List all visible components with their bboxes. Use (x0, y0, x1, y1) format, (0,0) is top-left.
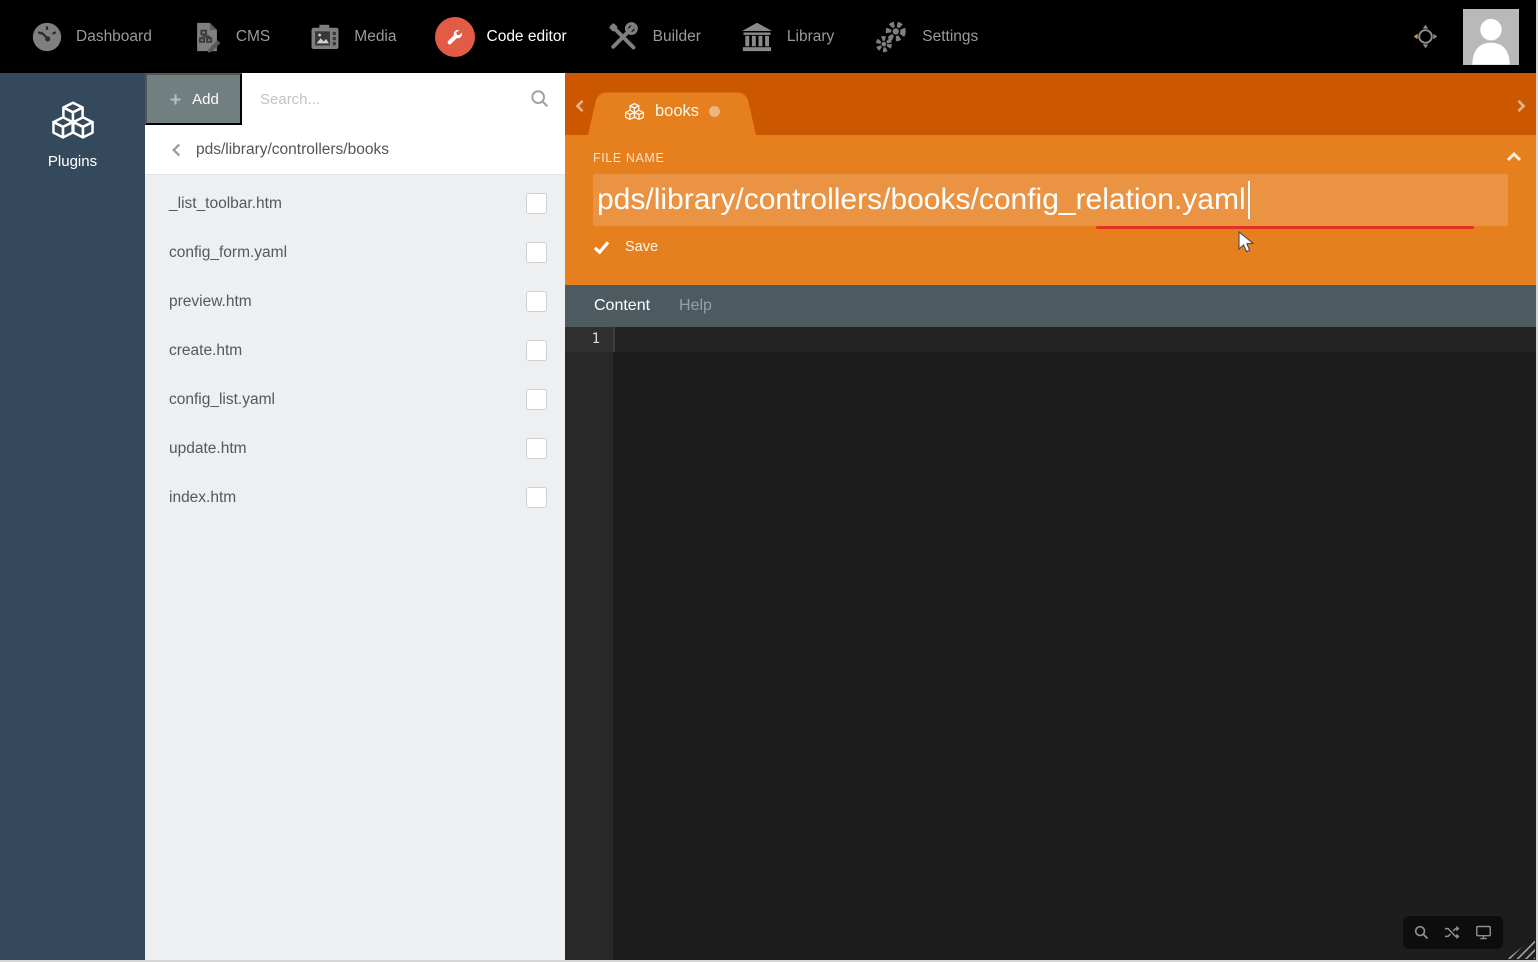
check-icon (593, 240, 610, 255)
editor-status-toolbar (1403, 916, 1503, 949)
code-editor: 1 (565, 327, 1536, 960)
nav-label: Settings (922, 28, 978, 46)
editor-subtabs: Content Help (565, 285, 1536, 327)
file-checkbox[interactable] (526, 438, 547, 459)
file-checkbox[interactable] (526, 389, 547, 410)
file-name: create.htm (169, 342, 242, 360)
file-list-item[interactable]: config_form.yaml (145, 228, 565, 277)
app-window: Dashboard CMS (0, 0, 1538, 962)
library-icon (739, 19, 775, 55)
breadcrumb-path: pds/library/controllers/books (196, 141, 389, 159)
zoom-icon[interactable] (1413, 924, 1430, 941)
cubes-icon (624, 101, 645, 122)
file-name-input[interactable]: pds/library/controllers/books/config_rel… (593, 174, 1508, 226)
file-list-item[interactable]: create.htm (145, 326, 565, 375)
media-icon (308, 20, 342, 54)
sidebar-item-plugins[interactable]: Plugins (0, 97, 145, 170)
topnav-right (1412, 9, 1536, 65)
line-number: 1 (565, 327, 613, 352)
file-name: config_form.yaml (169, 244, 287, 262)
tab-scroll-left-icon[interactable] (574, 99, 586, 113)
file-name: update.htm (169, 440, 247, 458)
active-line-highlight (613, 327, 1536, 352)
file-name: index.htm (169, 489, 236, 507)
nav-label: CMS (236, 28, 270, 46)
target-icon[interactable] (1412, 23, 1439, 50)
nav-label: Media (354, 28, 396, 46)
code-editing-area[interactable] (613, 327, 1536, 960)
file-checkbox[interactable] (526, 340, 547, 361)
editor-tab-books[interactable]: books (588, 87, 756, 135)
chevron-left-icon (170, 142, 183, 158)
save-button[interactable]: Save (593, 239, 683, 255)
cms-icon (190, 20, 224, 54)
nav-label: Code editor (487, 28, 567, 46)
builder-icon (605, 19, 641, 55)
file-name: config_list.yaml (169, 391, 275, 409)
tab-content[interactable]: Content (594, 297, 650, 315)
nav-item-code-editor[interactable]: Code editor (435, 17, 567, 57)
nav-label: Library (787, 28, 834, 46)
file-checkbox[interactable] (526, 487, 547, 508)
dashboard-icon (30, 20, 64, 54)
nav-item-settings[interactable]: Settings (872, 18, 978, 56)
nav-item-dashboard[interactable]: Dashboard (30, 20, 152, 54)
main-area: Plugins Add (0, 73, 1536, 960)
file-checkbox[interactable] (526, 242, 547, 263)
nav-label: Dashboard (76, 28, 152, 46)
cubes-icon (50, 97, 96, 143)
text-caret (1248, 181, 1250, 219)
nav-label: Builder (653, 28, 701, 46)
file-checkbox[interactable] (526, 291, 547, 312)
breadcrumb[interactable]: pds/library/controllers/books (145, 125, 565, 175)
shuffle-icon[interactable] (1443, 924, 1461, 941)
file-list-item[interactable]: preview.htm (145, 277, 565, 326)
file-list-item[interactable]: update.htm (145, 424, 565, 473)
file-list: _list_toolbar.htm config_form.yaml previ… (145, 175, 565, 522)
add-button[interactable]: Add (145, 73, 242, 125)
modified-dot (709, 106, 720, 117)
file-name: preview.htm (169, 293, 252, 311)
save-button-label: Save (625, 239, 658, 255)
tab-help[interactable]: Help (679, 297, 712, 315)
file-name-value: pds/library/controllers/books/config_rel… (597, 183, 1246, 217)
file-name-label: FILE NAME (593, 135, 1508, 165)
file-panel: Add pds/library/controllers/book (145, 73, 565, 960)
file-list-item[interactable]: config_list.yaml (145, 375, 565, 424)
search-icon (529, 88, 551, 115)
settings-icon (872, 18, 910, 56)
file-list-item[interactable]: _list_toolbar.htm (145, 179, 565, 228)
search-input[interactable] (242, 73, 565, 125)
add-button-label: Add (192, 91, 219, 108)
file-list-item[interactable]: index.htm (145, 473, 565, 522)
sidebar: Plugins (0, 73, 145, 960)
editor-tab-strip: books (565, 73, 1536, 135)
file-name: _list_toolbar.htm (169, 195, 282, 213)
code-editor-icon (435, 17, 475, 57)
file-panel-toolbar: Add (145, 73, 565, 125)
line-number-gutter: 1 (565, 327, 613, 960)
search-field (242, 73, 565, 125)
tab-scroll-right-icon[interactable] (1515, 99, 1527, 113)
top-navigation: Dashboard CMS (0, 0, 1536, 73)
file-header: FILE NAME pds/library/controllers/books/… (565, 135, 1536, 285)
file-checkbox[interactable] (526, 193, 547, 214)
spellcheck-underline (1096, 226, 1474, 229)
nav-item-builder[interactable]: Builder (605, 19, 701, 55)
sidebar-item-label: Plugins (48, 153, 97, 170)
plus-icon (168, 92, 183, 107)
collapse-header-icon[interactable] (1506, 151, 1522, 163)
nav-item-media[interactable]: Media (308, 20, 396, 54)
editor-tab-label: books (655, 102, 699, 121)
nav-item-cms[interactable]: CMS (190, 20, 270, 54)
avatar[interactable] (1463, 9, 1519, 65)
display-icon[interactable] (1474, 924, 1493, 941)
nav-item-library[interactable]: Library (739, 19, 834, 55)
editor-pane: books FILE NAME pds/library/controllers/… (565, 73, 1536, 960)
